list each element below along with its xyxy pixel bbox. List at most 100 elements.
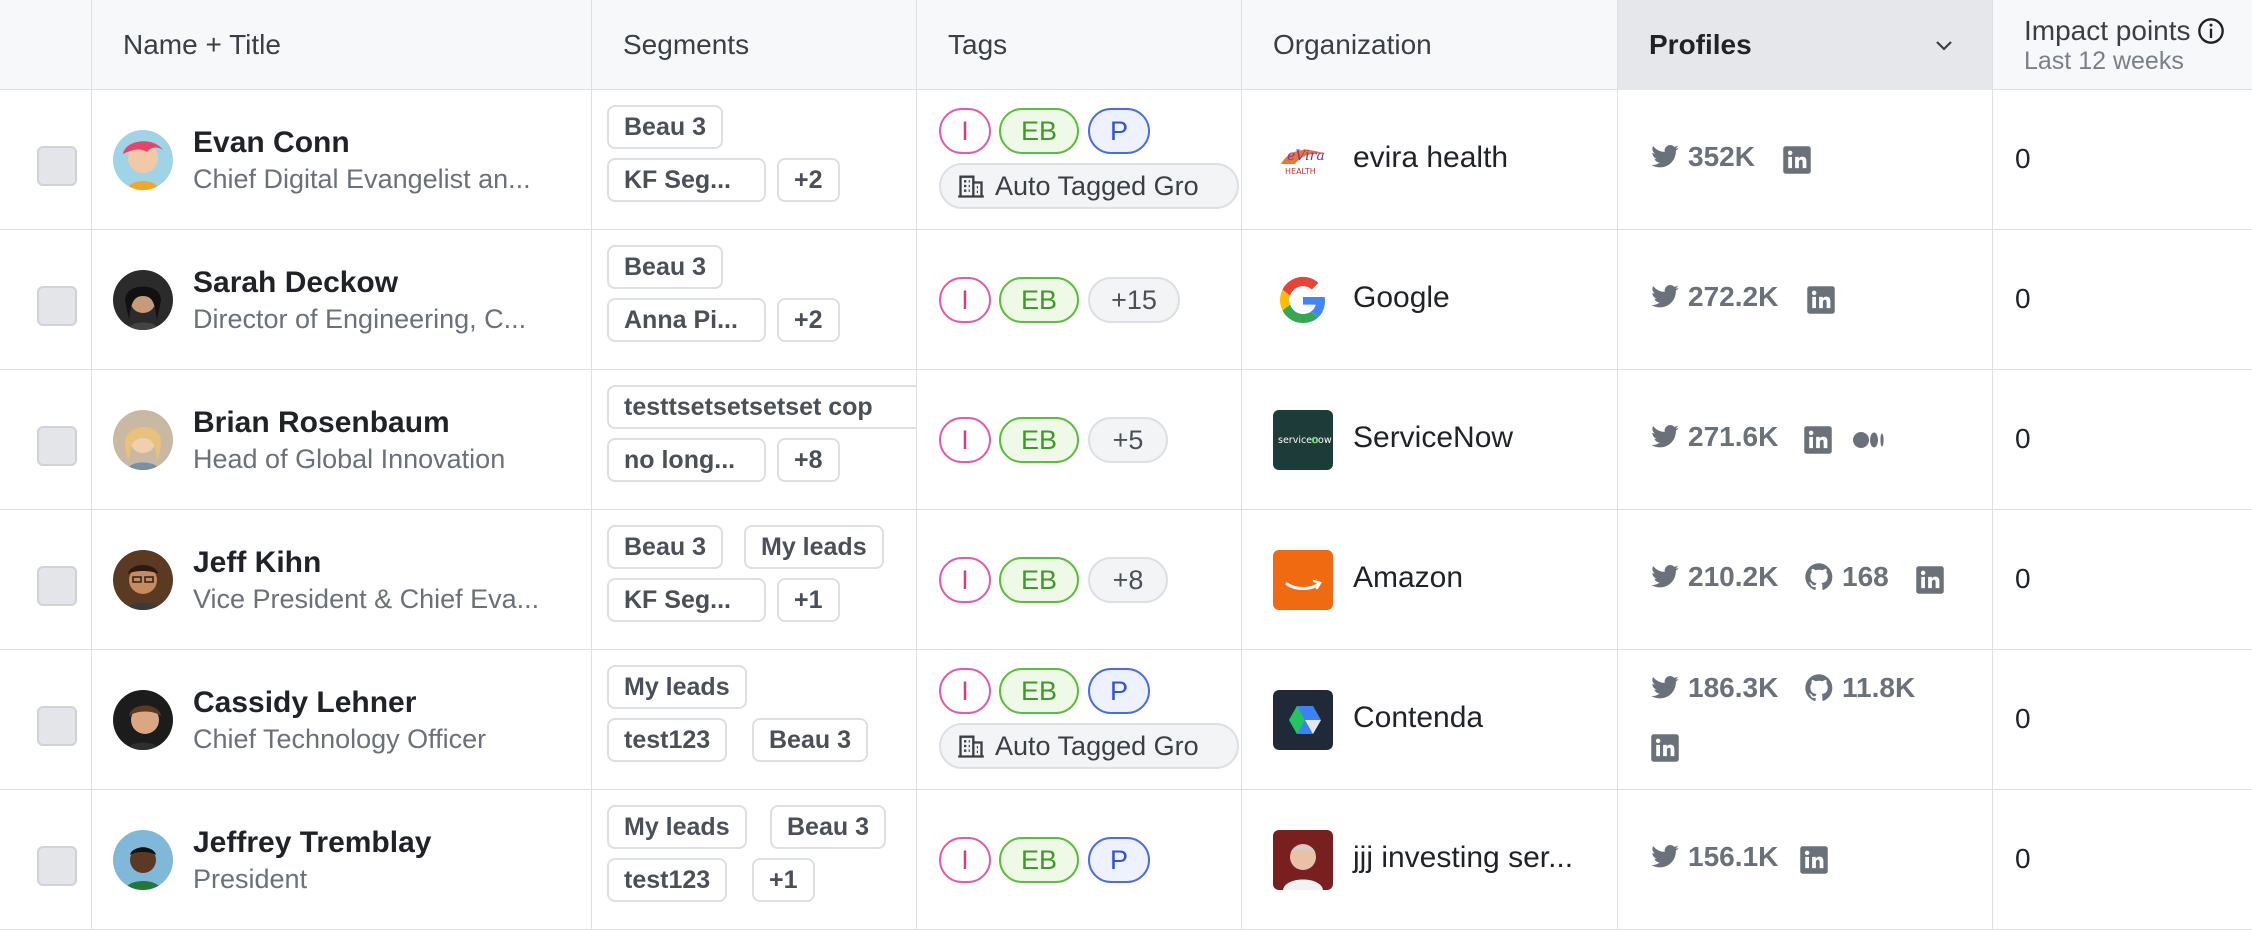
twitter-followers: 156.1K — [1688, 841, 1779, 872]
org-name[interactable]: ServiceNow — [1353, 421, 1513, 455]
table-row[interactable]: Cassidy Lehner Chief Technology Officer … — [0, 650, 2252, 790]
tag-eb-pill[interactable]: EB — [999, 108, 1079, 154]
auto-tagged-group-pill[interactable]: Auto Tagged Gro — [939, 723, 1239, 769]
table-row[interactable]: Brian Rosenbaum Head of Global Innovatio… — [0, 370, 2252, 510]
row-checkbox[interactable] — [37, 146, 77, 186]
tag-i-pill[interactable]: I — [939, 108, 991, 154]
table-row[interactable]: Sarah Deckow Director of Engineering, C.… — [0, 230, 2252, 370]
info-icon[interactable] — [2197, 17, 2225, 45]
building-icon — [957, 172, 985, 200]
header-profiles[interactable]: Profiles — [1618, 0, 1993, 90]
tag-more-pill[interactable]: +5 — [1088, 417, 1168, 463]
segment-chip[interactable]: Anna Pi... — [607, 298, 766, 342]
tag-eb-pill[interactable]: EB — [999, 417, 1079, 463]
row-checkbox[interactable] — [37, 706, 77, 746]
segment-chip[interactable]: test123 — [607, 858, 728, 902]
segment-more-chip[interactable]: +8 — [777, 438, 840, 482]
tag-p-pill[interactable]: P — [1088, 108, 1150, 154]
table-row[interactable]: Jeffrey Tremblay President My leads Beau… — [0, 790, 2252, 930]
header-impact-points[interactable]: Impact points Last 12 weeks — [1993, 0, 2252, 90]
impact-points-value: 0 — [2015, 563, 2031, 594]
segment-chip[interactable]: My leads — [744, 525, 884, 569]
table-row[interactable]: Evan Conn Chief Digital Evangelist an...… — [0, 90, 2252, 230]
org-name[interactable]: evira health — [1353, 141, 1508, 175]
segment-chip[interactable]: testtsetsetsetset cop — [607, 385, 916, 429]
org-name[interactable]: Google — [1353, 281, 1450, 315]
avatar — [113, 270, 173, 330]
impact-points-value: 0 — [2015, 423, 2031, 454]
org-logo: eVira HEALTH — [1273, 130, 1333, 190]
person-name[interactable]: Cassidy Lehner — [193, 686, 416, 720]
segment-chip[interactable]: My leads — [607, 665, 747, 709]
person-name[interactable]: Evan Conn — [193, 126, 350, 160]
segment-chip[interactable]: Beau 3 — [607, 525, 723, 569]
auto-tagged-group-pill[interactable]: Auto Tagged Gro — [939, 163, 1239, 209]
person-name[interactable]: Jeff Kihn — [193, 546, 321, 580]
segment-chip[interactable]: KF Seg... — [607, 158, 766, 202]
tag-more-pill[interactable]: +8 — [1088, 557, 1168, 603]
table-row[interactable]: Jeff Kihn Vice President & Chief Eva... … — [0, 510, 2252, 650]
github-profile[interactable]: 168 — [1804, 561, 1889, 593]
header-name-title[interactable]: Name + Title — [92, 0, 592, 90]
linkedin-icon[interactable] — [1915, 565, 1945, 595]
tag-i-pill[interactable]: I — [939, 417, 991, 463]
github-followers: 11.8K — [1842, 672, 1916, 703]
header-tags[interactable]: Tags — [917, 0, 1242, 90]
tag-i-pill[interactable]: I — [939, 557, 991, 603]
segment-chip[interactable]: Beau 3 — [770, 805, 886, 849]
header-organization[interactable]: Organization — [1242, 0, 1618, 90]
segment-chip[interactable]: no long... — [607, 438, 766, 482]
impact-points-value: 0 — [2015, 843, 2031, 874]
tag-i-pill[interactable]: I — [939, 277, 991, 323]
person-title: Chief Technology Officer — [193, 724, 487, 754]
org-logo — [1273, 550, 1333, 610]
linkedin-icon[interactable] — [1782, 145, 1812, 175]
segment-more-chip[interactable]: +1 — [777, 578, 840, 622]
person-name[interactable]: Brian Rosenbaum — [193, 406, 450, 440]
twitter-profile[interactable]: 210.2K — [1650, 561, 1778, 593]
person-title: Chief Digital Evangelist an... — [193, 164, 531, 194]
tag-eb-pill[interactable]: EB — [999, 837, 1079, 883]
tag-i-pill[interactable]: I — [939, 668, 991, 714]
twitter-profile[interactable]: 272.2K — [1650, 281, 1778, 313]
segment-chip[interactable]: test123 — [607, 718, 728, 762]
header-tags-label: Tags — [948, 29, 1008, 60]
row-checkbox[interactable] — [37, 286, 77, 326]
row-checkbox[interactable] — [37, 566, 77, 606]
row-checkbox[interactable] — [37, 846, 77, 886]
row-checkbox[interactable] — [37, 426, 77, 466]
linkedin-icon[interactable] — [1799, 845, 1829, 875]
segment-chip[interactable]: KF Seg... — [607, 578, 766, 622]
org-name[interactable]: Amazon — [1353, 561, 1463, 595]
segment-chip[interactable]: Beau 3 — [607, 245, 723, 289]
person-name[interactable]: Jeffrey Tremblay — [193, 826, 431, 860]
person-name[interactable]: Sarah Deckow — [193, 266, 398, 300]
medium-icon[interactable] — [1852, 425, 1888, 455]
org-name[interactable]: Contenda — [1353, 701, 1483, 735]
segment-chip[interactable]: Beau 3 — [607, 105, 723, 149]
linkedin-icon[interactable] — [1650, 733, 1680, 763]
twitter-profile[interactable]: 352K — [1650, 141, 1755, 173]
tag-p-pill[interactable]: P — [1088, 837, 1150, 883]
tag-eb-pill[interactable]: EB — [999, 557, 1079, 603]
twitter-profile[interactable]: 271.6K — [1650, 421, 1778, 453]
twitter-profile[interactable]: 186.3K — [1650, 672, 1778, 704]
segment-more-chip[interactable]: +2 — [777, 158, 840, 202]
tag-eb-pill[interactable]: EB — [999, 277, 1079, 323]
segment-more-chip[interactable]: +2 — [777, 298, 840, 342]
linkedin-icon[interactable] — [1803, 425, 1833, 455]
segment-chip[interactable]: Beau 3 — [752, 718, 868, 762]
linkedin-icon[interactable] — [1806, 285, 1836, 315]
tag-more-pill[interactable]: +15 — [1088, 277, 1180, 323]
chevron-down-icon[interactable] — [1932, 33, 1956, 57]
org-name[interactable]: jjj investing ser... — [1353, 841, 1573, 875]
tag-eb-pill[interactable]: EB — [999, 668, 1079, 714]
tag-i-pill[interactable]: I — [939, 837, 991, 883]
tag-p-pill[interactable]: P — [1088, 668, 1150, 714]
twitter-icon — [1650, 562, 1680, 592]
segment-more-chip[interactable]: +1 — [752, 858, 815, 902]
segment-chip[interactable]: My leads — [607, 805, 747, 849]
header-segments[interactable]: Segments — [592, 0, 917, 90]
github-profile[interactable]: 11.8K — [1804, 672, 1915, 704]
twitter-profile[interactable]: 156.1K — [1650, 841, 1778, 873]
